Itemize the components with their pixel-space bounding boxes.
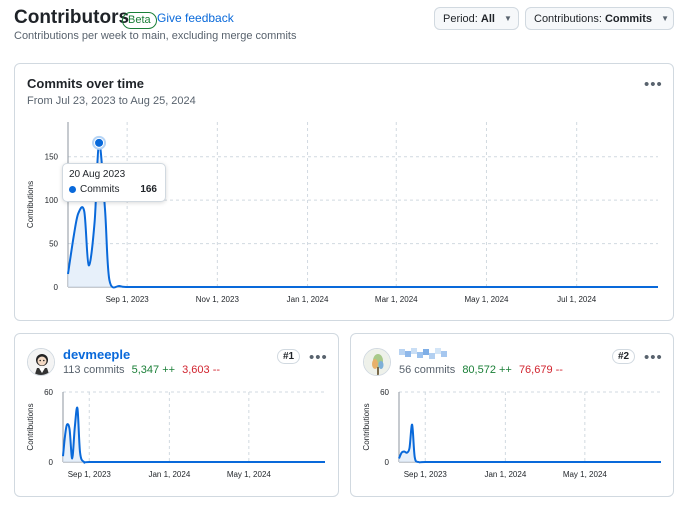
y-axis-label: Contributions — [362, 403, 371, 450]
y-tick-label: 150 — [45, 153, 59, 162]
contributions-dropdown[interactable]: Contributions: Commits ▼ — [525, 7, 674, 30]
commits-over-time-card: Commits over time From Jul 23, 2023 to A… — [14, 63, 674, 321]
x-tick-label: Jan 1, 2024 — [148, 470, 190, 479]
page-title: Contributors — [14, 7, 130, 28]
contributions-prefix: Contributions: — [534, 13, 602, 25]
contributions-value: Commits — [604, 13, 652, 25]
tooltip-date: 20 Aug 2023 — [69, 169, 126, 180]
x-tick-label: Sep 1, 2023 — [404, 470, 448, 479]
chart-tooltip: 20 Aug 2023 Commits 166 — [62, 163, 166, 202]
x-tick-label: Sep 1, 2023 — [68, 470, 112, 479]
give-feedback-link[interactable]: Give feedback — [157, 11, 234, 25]
contributor-card: 56 commits 80,572 ++ 76,679 -- #2 ••• Se… — [350, 333, 674, 497]
x-tick-label: May 1, 2024 — [464, 295, 509, 304]
y-tick-label: 50 — [49, 240, 58, 249]
series-area — [399, 424, 661, 463]
period-value: All — [480, 13, 495, 25]
contributor-card: devmeeple 113 commits 5,347 ++ 3,603 -- … — [14, 333, 339, 497]
series-area — [63, 407, 325, 463]
caret-down-icon: ▼ — [661, 14, 669, 23]
tooltip-label: Commits — [80, 184, 120, 195]
caret-down-icon: ▼ — [504, 14, 512, 23]
contributor-chart: Sep 1, 2023 Jan 1, 2024 May 1, 2024 0 60 Cont… — [362, 388, 661, 479]
series-line — [398, 423, 661, 464]
y-tick-label: 0 — [385, 458, 390, 467]
period-prefix: Period: — [443, 13, 478, 25]
tooltip-value: 166 — [140, 184, 157, 195]
x-tick-label: Jul 1, 2024 — [557, 295, 597, 304]
y-tick-label: 60 — [380, 388, 389, 397]
page-header: Contributors Beta Give feedback Contribu… — [14, 5, 674, 45]
x-tick-label: May 1, 2024 — [563, 470, 608, 479]
hover-marker — [95, 138, 104, 147]
x-tick-label: Jan 1, 2024 — [287, 295, 329, 304]
x-tick-label: Jan 1, 2024 — [484, 470, 526, 479]
x-tick-label: May 1, 2024 — [227, 470, 272, 479]
x-tick-label: Sep 1, 2023 — [106, 295, 150, 304]
period-dropdown[interactable]: Period: All ▼ — [434, 7, 519, 30]
y-tick-label: 60 — [44, 388, 53, 397]
x-tick-label: Nov 1, 2023 — [196, 295, 240, 304]
y-tick-label: 0 — [49, 458, 54, 467]
series-line — [62, 406, 325, 464]
contributor-chart: Sep 1, 2023 Jan 1, 2024 May 1, 2024 0 60 Cont… — [26, 388, 325, 479]
y-tick-label: 0 — [54, 283, 59, 292]
x-tick-label: Mar 1, 2024 — [375, 295, 418, 304]
page-subtitle: Contributions per week to main, excludin… — [14, 30, 297, 42]
beta-badge: Beta — [122, 12, 157, 29]
y-axis-label: Contributions — [26, 403, 35, 450]
y-axis-label: Contributions — [26, 181, 35, 228]
y-tick-label: 100 — [45, 196, 59, 205]
series-dot-icon — [69, 186, 76, 193]
